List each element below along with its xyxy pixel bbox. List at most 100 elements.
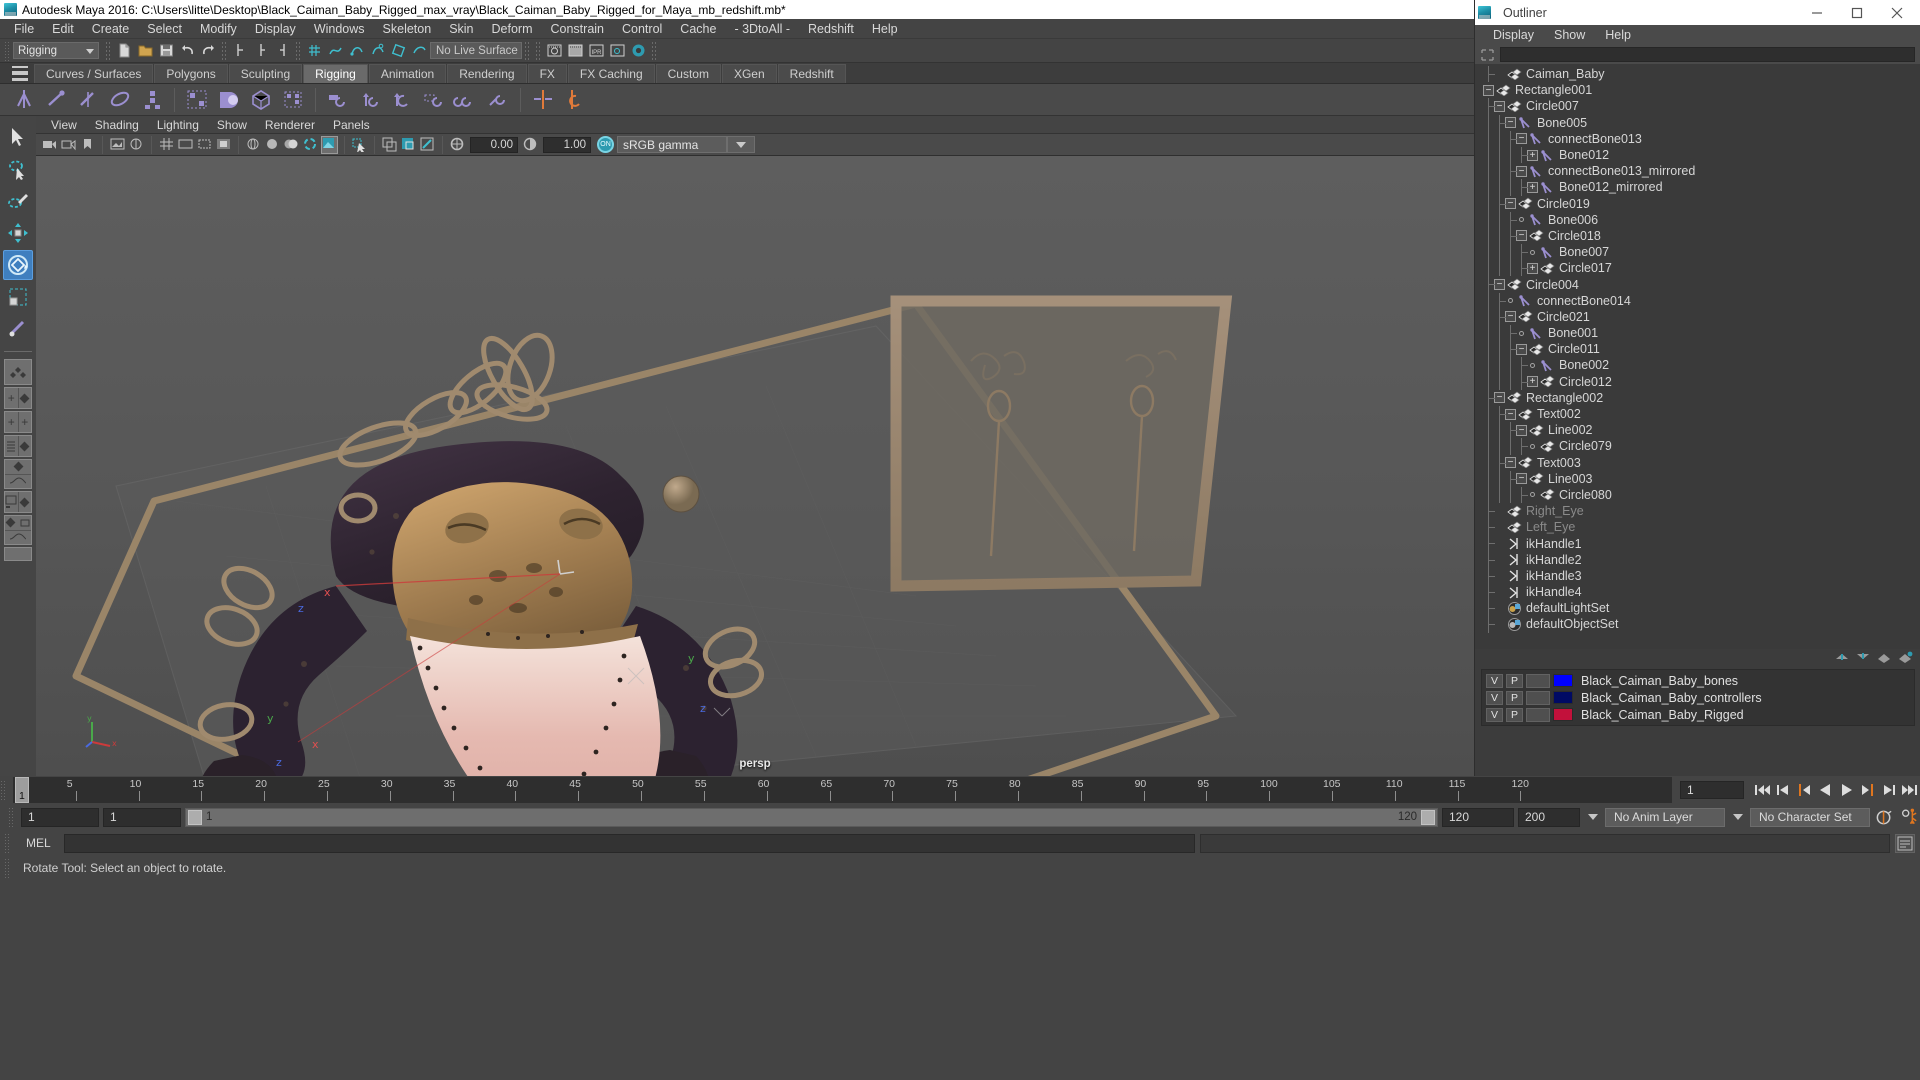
shadows-icon[interactable] [381,136,398,154]
layer-playback-toggle[interactable]: P [1506,707,1523,722]
tree-expand-toggle[interactable]: + [1527,376,1538,388]
layer-row[interactable]: V P Black_Caiman_Baby_Rigged [1482,706,1914,723]
range-slider-gripper[interactable] [8,807,14,827]
last-tool-used-button[interactable] [3,314,33,344]
shelf-tab-fx-caching[interactable]: FX Caching [567,64,655,83]
render-sequence-icon[interactable] [566,41,585,60]
save-scene-icon[interactable] [157,41,176,60]
select-by-object-icon[interactable] [252,41,271,60]
viewport-menu-show[interactable]: Show [208,116,256,134]
outliner-row[interactable]: Bone006 [1475,211,1920,229]
layer-playback-toggle[interactable]: P [1506,673,1523,688]
step-forward-frame-button[interactable] [1858,780,1877,800]
outliner-row[interactable]: − Circle021 [1475,308,1920,326]
menu-set-selector[interactable]: Rigging [13,42,99,59]
outliner-row[interactable]: Bone001 [1475,325,1920,342]
outliner-row[interactable]: Bone007 [1475,244,1920,261]
layout-four-pane-button[interactable]: + + [4,411,32,433]
range-bar-right-handle[interactable] [1421,809,1435,825]
menu-item-windows[interactable]: Windows [305,19,374,39]
lattice-deformer-icon[interactable] [247,86,275,113]
layer-color-swatch[interactable] [1553,691,1573,704]
lasso-tool-button[interactable] [3,154,33,184]
layout-two-pane-button[interactable]: + [4,387,32,409]
current-frame-field[interactable]: 1 [1680,781,1744,799]
gate-mask-icon[interactable] [215,136,232,154]
outliner-row[interactable]: ikHandle1 [1475,535,1920,552]
outliner-menu-display[interactable]: Display [1483,25,1544,45]
layer-visibility-toggle[interactable]: V [1486,707,1503,722]
layer-playback-toggle[interactable]: P [1506,690,1523,705]
smooth-shade-all-icon[interactable] [264,136,281,154]
outliner-row[interactable]: + Bone012 [1475,146,1920,164]
make-live-icon[interactable] [410,41,429,60]
select-by-component-icon[interactable] [273,41,292,60]
shelf-tab-curves-surfaces[interactable]: Curves / Surfaces [34,64,154,83]
outliner-row[interactable]: + Circle012 [1475,373,1920,390]
tree-collapse-toggle[interactable]: − [1505,117,1516,129]
go-to-start-button[interactable] [1753,780,1772,800]
maximize-button[interactable] [1837,1,1877,25]
animation-start-time-field[interactable]: 1 [21,807,99,827]
insert-joint-icon[interactable] [106,86,134,113]
create-ik-handle-icon[interactable] [42,86,70,113]
shelf-tab-rigging[interactable]: Rigging [303,64,368,83]
persp-viewport[interactable]: x x y y z z z y x persp [36,156,1474,776]
tree-expand-toggle[interactable]: + [1527,181,1538,193]
layer-list[interactable]: V P Black_Caiman_Baby_bones V P Black_Caiman_… [1481,669,1915,726]
outliner-row[interactable]: ikHandle2 [1475,551,1920,569]
outliner-row[interactable]: − Line002 [1475,422,1920,439]
animation-end-time-field[interactable]: 200 [1518,807,1580,827]
trax-editor-icon[interactable] [5,531,31,545]
close-button[interactable] [1877,1,1917,25]
gamma-icon[interactable] [522,136,539,154]
anim-layer-dropdown[interactable] [1729,808,1746,827]
outliner-row[interactable]: ikHandle3 [1475,567,1920,585]
step-forward-key-button[interactable] [1879,780,1898,800]
outliner-menu-help[interactable]: Help [1595,25,1641,45]
smooth-shade-selected-icon[interactable] [283,136,300,154]
outliner-row[interactable]: Bone002 [1475,357,1920,374]
layer-row[interactable]: V P Black_Caiman_Baby_controllers [1482,689,1914,706]
range-end-time-field[interactable]: 120 [1442,807,1514,827]
tree-collapse-toggle[interactable]: − [1516,133,1527,145]
select-filter-icon[interactable] [1480,48,1495,62]
pole-vector-constraint-icon[interactable] [484,86,512,113]
go-to-end-button[interactable] [1900,780,1919,800]
persp-pane-icon-2[interactable] [19,492,32,512]
snap-to-projected-center-icon[interactable] [368,41,387,60]
persp-top-icon[interactable] [5,460,31,475]
tree-collapse-toggle[interactable]: − [1516,424,1527,436]
exposure-icon[interactable] [449,136,466,154]
two-d-pan-zoom-icon[interactable] [128,136,145,154]
menu-item-cache[interactable]: Cache [671,19,725,39]
menu-item-select[interactable]: Select [138,19,191,39]
layout-outliner-persp-button[interactable] [4,435,32,457]
tree-collapse-toggle[interactable]: − [1516,165,1527,177]
menu-item-modify[interactable]: Modify [191,19,246,39]
paint-skin-weights-icon[interactable] [215,86,243,113]
menu-item-control[interactable]: Control [613,19,671,39]
mirror-joint-icon[interactable] [529,86,557,113]
range-bar-left-handle[interactable] [188,809,202,825]
menu-item-skin[interactable]: Skin [440,19,482,39]
play-forwards-button[interactable] [1837,780,1856,800]
cluster-deformer-icon[interactable] [279,86,307,113]
shelf-tab-animation[interactable]: Animation [368,64,447,83]
outliner-row[interactable]: defaultObjectSet [1475,616,1920,633]
image-plane-icon[interactable] [109,136,126,154]
snap-to-grid-icon[interactable] [305,41,324,60]
hypershade-icon[interactable] [5,492,19,512]
use-default-lighting-icon[interactable] [351,136,368,154]
outliner-row[interactable]: + Bone012_mirrored [1475,179,1920,196]
new-scene-icon[interactable] [115,41,134,60]
menu-item-skeleton[interactable]: Skeleton [374,19,441,39]
exposure-field[interactable]: 0.00 [470,136,518,153]
tree-expand-toggle[interactable]: + [1527,149,1538,161]
grid-display-icon[interactable] [158,136,175,154]
aim-constraint-icon[interactable] [452,86,480,113]
command-input[interactable] [63,833,1195,853]
layer-visibility-toggle[interactable]: V [1486,690,1503,705]
mirror-skin-weights-icon[interactable] [561,86,589,113]
outliner-row[interactable]: − Circle019 [1475,195,1920,212]
